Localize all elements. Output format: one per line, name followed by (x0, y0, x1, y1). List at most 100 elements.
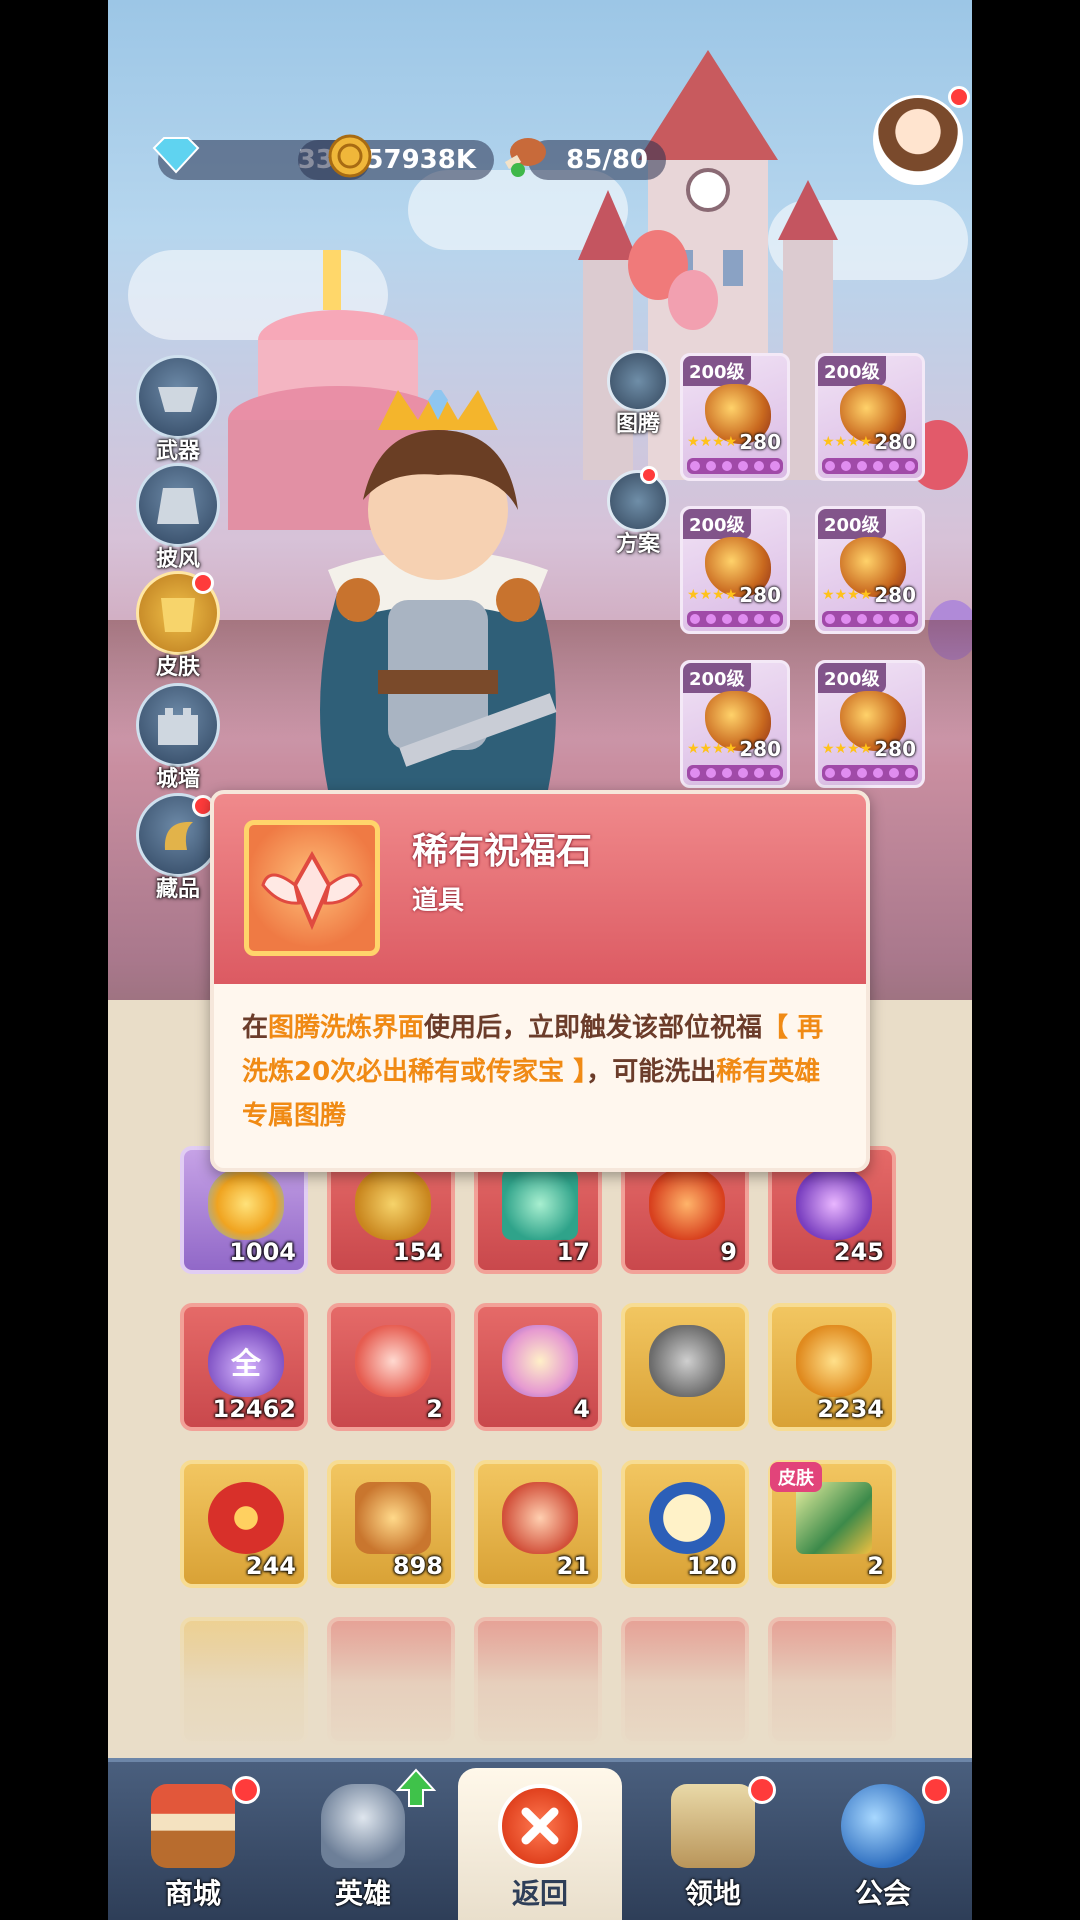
inventory-slot[interactable]: 2 (327, 1303, 455, 1431)
equipment-slot[interactable]: 200级 ★★★★ 280 (680, 660, 790, 788)
item-glyph: 全 (231, 1347, 261, 1382)
meat-stamina-icon (504, 138, 546, 177)
equipment-power: 280 (874, 583, 916, 607)
blessing-stone-icon (244, 820, 380, 956)
gold-coin-icon (328, 134, 372, 178)
hammer-icon (355, 1482, 431, 1554)
side-label: 披风 (155, 547, 200, 572)
plan-button[interactable]: 方案 (598, 470, 678, 558)
magic-lamp-icon (355, 1168, 431, 1240)
equipment-slot[interactable]: 200级 ★★★★ 280 (680, 506, 790, 634)
guild-notification-dot (922, 1776, 950, 1804)
nav-label: 商城 (164, 1877, 221, 1910)
game-screen: 330 57938K 85/80 武器 披风 皮肤 城墙 藏品 图腾 方案 20… (108, 0, 972, 1920)
cape-icon (136, 463, 220, 547)
equipment-slot[interactable]: 200级 ★★★★ 280 (815, 353, 925, 481)
equipment-pips (822, 458, 918, 474)
hero-helmet-icon (321, 1784, 405, 1868)
side-button-weapon[interactable]: 武器 (133, 355, 223, 465)
tooltip-title: 稀有祝福石 (412, 831, 593, 872)
inventory-slot[interactable]: 898 (327, 1460, 455, 1588)
equipment-stars: ★★★★ (687, 741, 738, 757)
amber-stone-icon (796, 1325, 872, 1397)
equipment-stars: ★★★★ (822, 434, 873, 450)
player-avatar[interactable] (873, 95, 963, 185)
item-tooltip[interactable]: 稀有祝福石 道具 在图腾洗炼界面使用后，立即触发该部位祝福【 再洗炼20次必出稀… (210, 790, 870, 1172)
inventory-slot[interactable]: 244 (180, 1460, 308, 1588)
item-count: 244 (245, 1552, 296, 1580)
item-count: 1004 (229, 1238, 296, 1266)
equipment-stars: ★★★★ (687, 587, 738, 603)
cat-coin-icon (649, 1482, 725, 1554)
side-button-wall[interactable]: 城墙 (133, 683, 223, 793)
drop-all-icon: 全 (208, 1325, 284, 1397)
item-count: 2 (426, 1395, 443, 1423)
inventory-slot[interactable]: 全 12462 (180, 1303, 308, 1431)
desc-highlight: 图腾洗炼界面 (268, 1013, 425, 1043)
equipment-pips (687, 765, 783, 781)
item-count: 120 (686, 1552, 737, 1580)
inventory-slot[interactable]: 2234 (768, 1303, 896, 1431)
wall-icon (136, 683, 220, 767)
gold-count: 57938K (365, 145, 476, 175)
flame-crystal-icon (649, 1168, 725, 1240)
territory-notification-dot (748, 1776, 776, 1804)
nav-label: 英雄 (334, 1877, 391, 1910)
upgrade-arrow-icon (396, 1768, 436, 1807)
equipment-power: 280 (874, 430, 916, 454)
equipment-power: 280 (874, 737, 916, 761)
skin-notification-dot (192, 572, 214, 594)
shell-icon (502, 1325, 578, 1397)
equipment-pips (822, 611, 918, 627)
equipment-slot[interactable]: 200级 ★★★★ 280 (815, 506, 925, 634)
item-count: 4 (573, 1395, 590, 1423)
stamina-count: 85/80 (566, 145, 648, 175)
inventory-slot[interactable]: 21 (474, 1460, 602, 1588)
nav-back[interactable]: 返回 (465, 1770, 615, 1920)
item-count: 154 (392, 1238, 443, 1266)
blessing-stone-icon (355, 1325, 431, 1397)
inventory-fade (108, 1590, 972, 1760)
equipment-pips (687, 611, 783, 627)
balloon (668, 270, 718, 330)
item-count: 2 (867, 1552, 884, 1580)
plan-icon (607, 470, 669, 532)
inventory-slot[interactable]: 皮肤 2 (768, 1460, 896, 1588)
desc-text: 使用后，立即触发该部位祝福 (424, 1013, 763, 1043)
equipment-power: 280 (739, 583, 781, 607)
side-button-cape[interactable]: 披风 (133, 463, 223, 573)
item-count: 17 (556, 1238, 590, 1266)
item-count: 2234 (817, 1395, 884, 1423)
shop-icon (151, 1784, 235, 1868)
item-count: 9 (720, 1238, 737, 1266)
equipment-stars: ★★★★ (822, 587, 873, 603)
desc-text: 在 (242, 1013, 269, 1043)
tooltip-description: 在图腾洗炼界面使用后，立即触发该部位祝福【 再洗炼20次必出稀有或传家宝 】，可… (242, 1006, 842, 1138)
chip-icon (208, 1482, 284, 1554)
equipment-stars: ★★★★ (822, 741, 873, 757)
equipment-stars: ★★★★ (687, 434, 738, 450)
inventory-slot[interactable]: 120 (621, 1460, 749, 1588)
equipment-level: 200级 (683, 509, 751, 539)
side-label: 城墙 (155, 767, 200, 792)
inventory-slot[interactable]: 4 (474, 1303, 602, 1431)
cat-statue-icon (649, 1325, 725, 1397)
side-label: 皮肤 (155, 655, 200, 680)
equipment-slot[interactable]: 200级 ★★★★ 280 (680, 353, 790, 481)
skin-tag: 皮肤 (770, 1462, 822, 1492)
totem-button[interactable]: 图腾 (598, 350, 678, 438)
nav-label: 公会 (854, 1877, 911, 1910)
star-gem-icon (208, 1168, 284, 1240)
item-count: 21 (556, 1552, 590, 1580)
avatar-notification-dot (948, 86, 970, 108)
totem-icon (607, 350, 669, 412)
weapon-icon (136, 355, 220, 439)
hero-character (320, 390, 557, 790)
mid-label: 图腾 (615, 412, 660, 437)
guild-planet-icon (841, 1784, 925, 1868)
equipment-slot[interactable]: 200级 ★★★★ 280 (815, 660, 925, 788)
mid-label: 方案 (615, 532, 660, 557)
ticket-icon (502, 1168, 578, 1240)
equipment-level: 200级 (818, 356, 886, 386)
inventory-slot[interactable] (621, 1303, 749, 1431)
